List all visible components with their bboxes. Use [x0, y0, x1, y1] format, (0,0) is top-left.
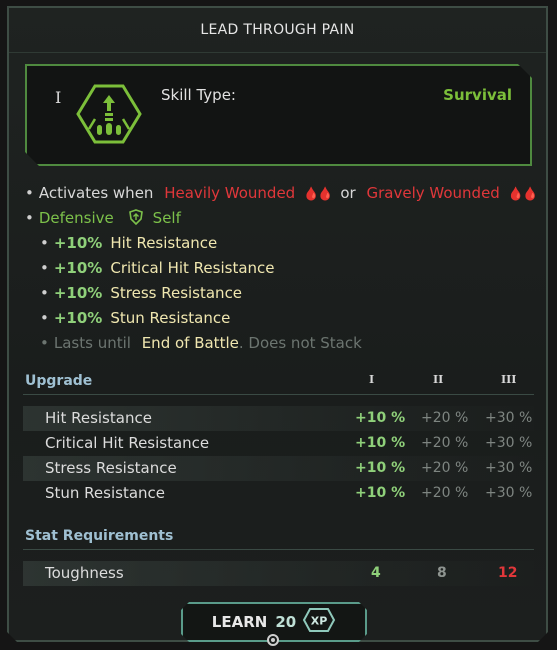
- skill-rank: I: [55, 88, 62, 107]
- tier-3-requirement: 12: [498, 565, 518, 581]
- tier-2-requirement: 8: [437, 565, 447, 581]
- shield-icon: [128, 209, 147, 227]
- tier-1-value: +10 %: [355, 410, 406, 426]
- upgrade-row: Stun Resistance +10 % +20 % +30 %: [23, 481, 534, 506]
- tier-3-header: III: [501, 373, 517, 386]
- upgrade-section-header: Upgrade I II III: [23, 370, 534, 395]
- tier-1-value: +10 %: [355, 435, 406, 451]
- tier-2-value: +20 %: [421, 435, 469, 451]
- requirement-row: Toughness 4 8 12: [23, 561, 534, 586]
- target-self: Self: [152, 209, 181, 227]
- tier-1-value: +10 %: [355, 460, 406, 476]
- blood-drops-icon: 🩸🩸: [507, 187, 538, 202]
- bonus-line: • +10% Hit Resistance: [40, 234, 218, 252]
- bonus-line: • +10% Critical Hit Resistance: [40, 259, 275, 277]
- blood-drops-icon: 🩸🩸: [303, 187, 333, 202]
- skill-effects: • Activates when Heavily Wounded 🩸🩸 or Gra…: [25, 181, 538, 356]
- upgrade-row: Stress Resistance +10 % +20 % +30 %: [23, 456, 534, 481]
- tier-1-requirement: 4: [371, 565, 381, 581]
- tier-1-header: I: [369, 373, 375, 386]
- bonus-line: • +10% Stress Resistance: [40, 284, 243, 302]
- upgrade-stat-name: Hit Resistance: [45, 409, 152, 427]
- activates-text: Activates when: [38, 184, 154, 202]
- bonus-stat: Hit Resistance: [110, 234, 218, 252]
- tier-2-header: II: [433, 373, 444, 386]
- tier-2-value: +20 %: [421, 485, 469, 501]
- duration-line: • Lasts until End of Battle. Does not Sta…: [40, 334, 362, 352]
- button-prompt-icon: [267, 634, 279, 646]
- tier-3-value: +30 %: [485, 435, 533, 451]
- requirements-section-header: Stat Requirements: [23, 525, 534, 550]
- skill-type-value: Survival: [443, 86, 512, 104]
- activation-line: • Activates when Heavily Wounded 🩸🩸 or Gra…: [25, 184, 538, 202]
- bonus-pct: +10%: [53, 234, 103, 252]
- condition-gravely-wounded: Gravely Wounded: [366, 184, 500, 202]
- defensive-label: Defensive: [38, 209, 114, 227]
- upgrade-stat-name: Critical Hit Resistance: [45, 434, 210, 452]
- requirements-heading: Stat Requirements: [25, 528, 174, 544]
- lasts-until-value: End of Battle: [141, 334, 239, 352]
- tier-2-value: +20 %: [421, 410, 469, 426]
- upgrade-stat-name: Stress Resistance: [45, 459, 177, 477]
- or-text: or: [340, 184, 356, 202]
- bonus-line: • +10% Stun Resistance: [40, 309, 231, 327]
- bonus-stat: Stress Resistance: [110, 284, 243, 302]
- upgrade-heading: Upgrade: [25, 373, 93, 389]
- target-line: • Defensive Self: [25, 209, 181, 227]
- lasts-until-text: Lasts until: [53, 334, 131, 352]
- upgrade-row: Critical Hit Resistance +10 % +20 % +30 …: [23, 431, 534, 456]
- bonus-pct: +10%: [53, 284, 103, 302]
- upgrade-stat-name: Stun Resistance: [45, 484, 166, 502]
- skill-type-label: Skill Type:: [161, 86, 236, 104]
- survival-skill-icon: [75, 83, 143, 149]
- xp-label: XP: [311, 615, 328, 628]
- xp-icon: XP: [302, 607, 336, 637]
- requirement-stat-name: Toughness: [45, 564, 124, 582]
- bonus-pct: +10%: [53, 259, 103, 277]
- tier-2-value: +20 %: [421, 460, 469, 476]
- stack-note: . Does not Stack: [238, 334, 362, 352]
- tier-3-value: +30 %: [485, 410, 533, 426]
- tier-3-value: +30 %: [485, 460, 533, 476]
- bonus-stat: Critical Hit Resistance: [110, 259, 275, 277]
- tier-3-value: +30 %: [485, 485, 533, 501]
- tier-1-value: +10 %: [355, 485, 406, 501]
- upgrade-row: Hit Resistance +10 % +20 % +30 %: [23, 406, 534, 431]
- requirements-table: Toughness 4 8 12: [23, 561, 534, 586]
- skill-title: LEAD THROUGH PAIN: [9, 8, 546, 53]
- learn-label: LEARN: [211, 613, 268, 631]
- upgrade-table: Hit Resistance +10 % +20 % +30 % Critica…: [23, 406, 534, 506]
- bonus-stat: Stun Resistance: [110, 309, 231, 327]
- learn-cost: 20: [275, 613, 297, 631]
- bonus-pct: +10%: [53, 309, 103, 327]
- condition-heavily-wounded: Heavily Wounded: [164, 184, 296, 202]
